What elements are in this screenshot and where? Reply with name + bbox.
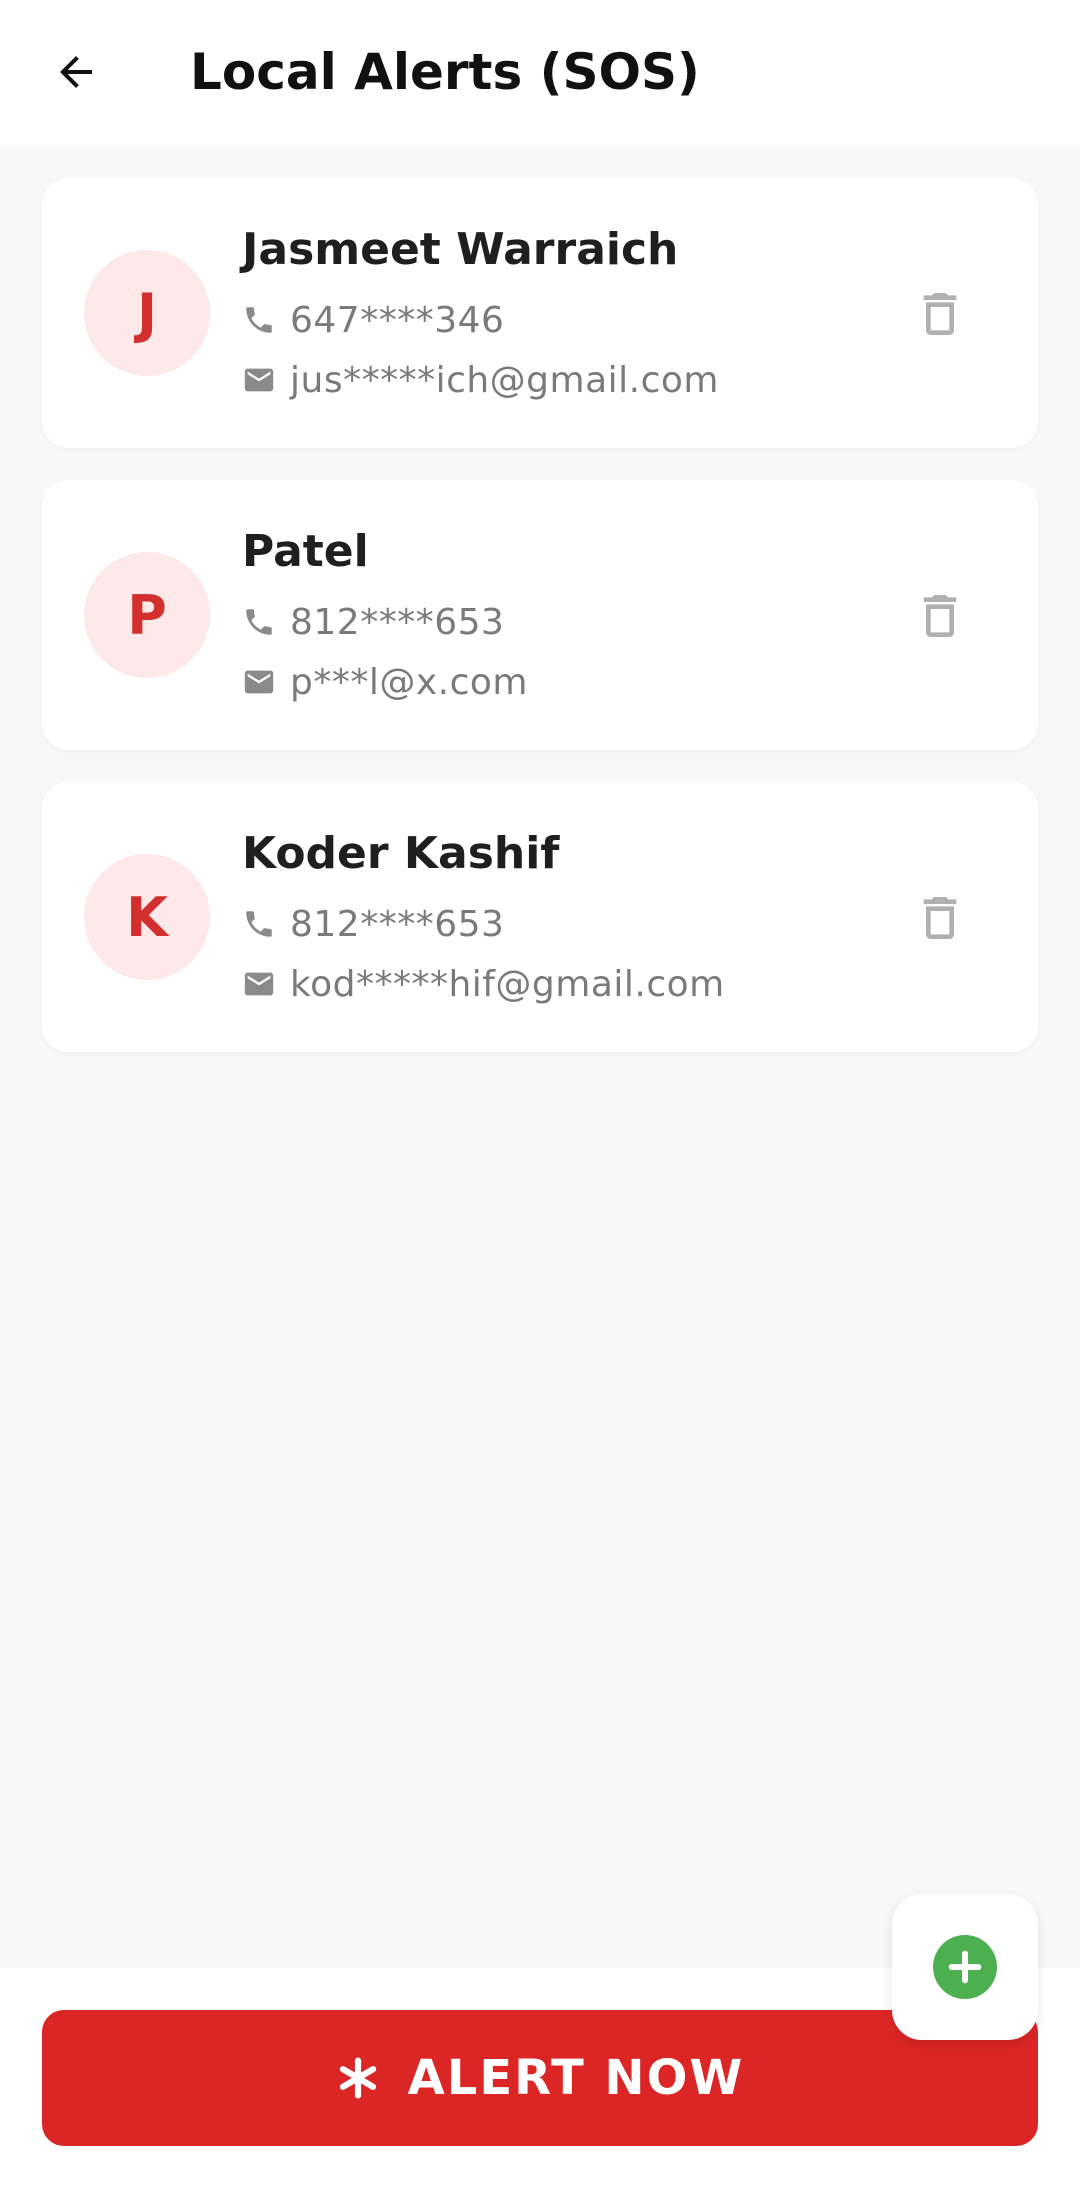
trash-icon [923, 595, 957, 637]
mail-icon [242, 363, 276, 397]
contact-card: J Jasmeet Warraich 647****346 jus*****ic… [42, 178, 1038, 448]
plus-circle-icon [933, 1935, 997, 1999]
mail-icon [242, 665, 276, 699]
contact-email: p***l@x.com [290, 661, 528, 703]
add-contact-button[interactable] [892, 1894, 1038, 2040]
contact-phone: 812****653 [290, 601, 505, 643]
alert-now-button[interactable]: ALERT NOW [42, 2010, 1038, 2146]
mail-icon [242, 967, 276, 1001]
phone-icon [242, 907, 276, 941]
app-bar: Local Alerts (SOS) [0, 0, 1080, 146]
delete-button[interactable] [908, 282, 972, 346]
contact-phone-row: 812****653 [242, 900, 504, 948]
asterisk-icon [336, 2056, 380, 2100]
contact-name: Patel [242, 526, 369, 577]
contact-phone-row: 812****653 [242, 598, 504, 646]
avatar: K [84, 854, 210, 980]
phone-icon [242, 303, 276, 337]
avatar: P [84, 552, 210, 678]
alert-now-label: ALERT NOW [407, 2050, 745, 2106]
page-title: Local Alerts (SOS) [190, 43, 700, 101]
contact-email: jus*****ich@gmail.com [290, 359, 719, 401]
phone-icon [242, 605, 276, 639]
avatar: J [84, 250, 210, 376]
contact-email: kod*****hif@gmail.com [290, 963, 725, 1005]
trash-icon [923, 293, 957, 335]
delete-button[interactable] [908, 886, 972, 950]
contact-email-row: p***l@x.com [242, 658, 528, 706]
contact-phone-row: 647****346 [242, 296, 504, 344]
arrow-left-icon [60, 56, 92, 88]
contact-phone: 647****346 [290, 299, 505, 341]
back-button[interactable] [40, 36, 112, 108]
contact-name: Jasmeet Warraich [242, 224, 679, 275]
delete-button[interactable] [908, 584, 972, 648]
contact-email-row: jus*****ich@gmail.com [242, 356, 719, 404]
contact-card: P Patel 812****653 p***l@x.com [42, 480, 1038, 750]
contact-name: Koder Kashif [242, 828, 560, 879]
contact-email-row: kod*****hif@gmail.com [242, 960, 725, 1008]
contact-phone: 812****653 [290, 903, 505, 945]
trash-icon [923, 897, 957, 939]
contact-card: K Koder Kashif 812****653 kod*****hif@gm… [42, 782, 1038, 1052]
